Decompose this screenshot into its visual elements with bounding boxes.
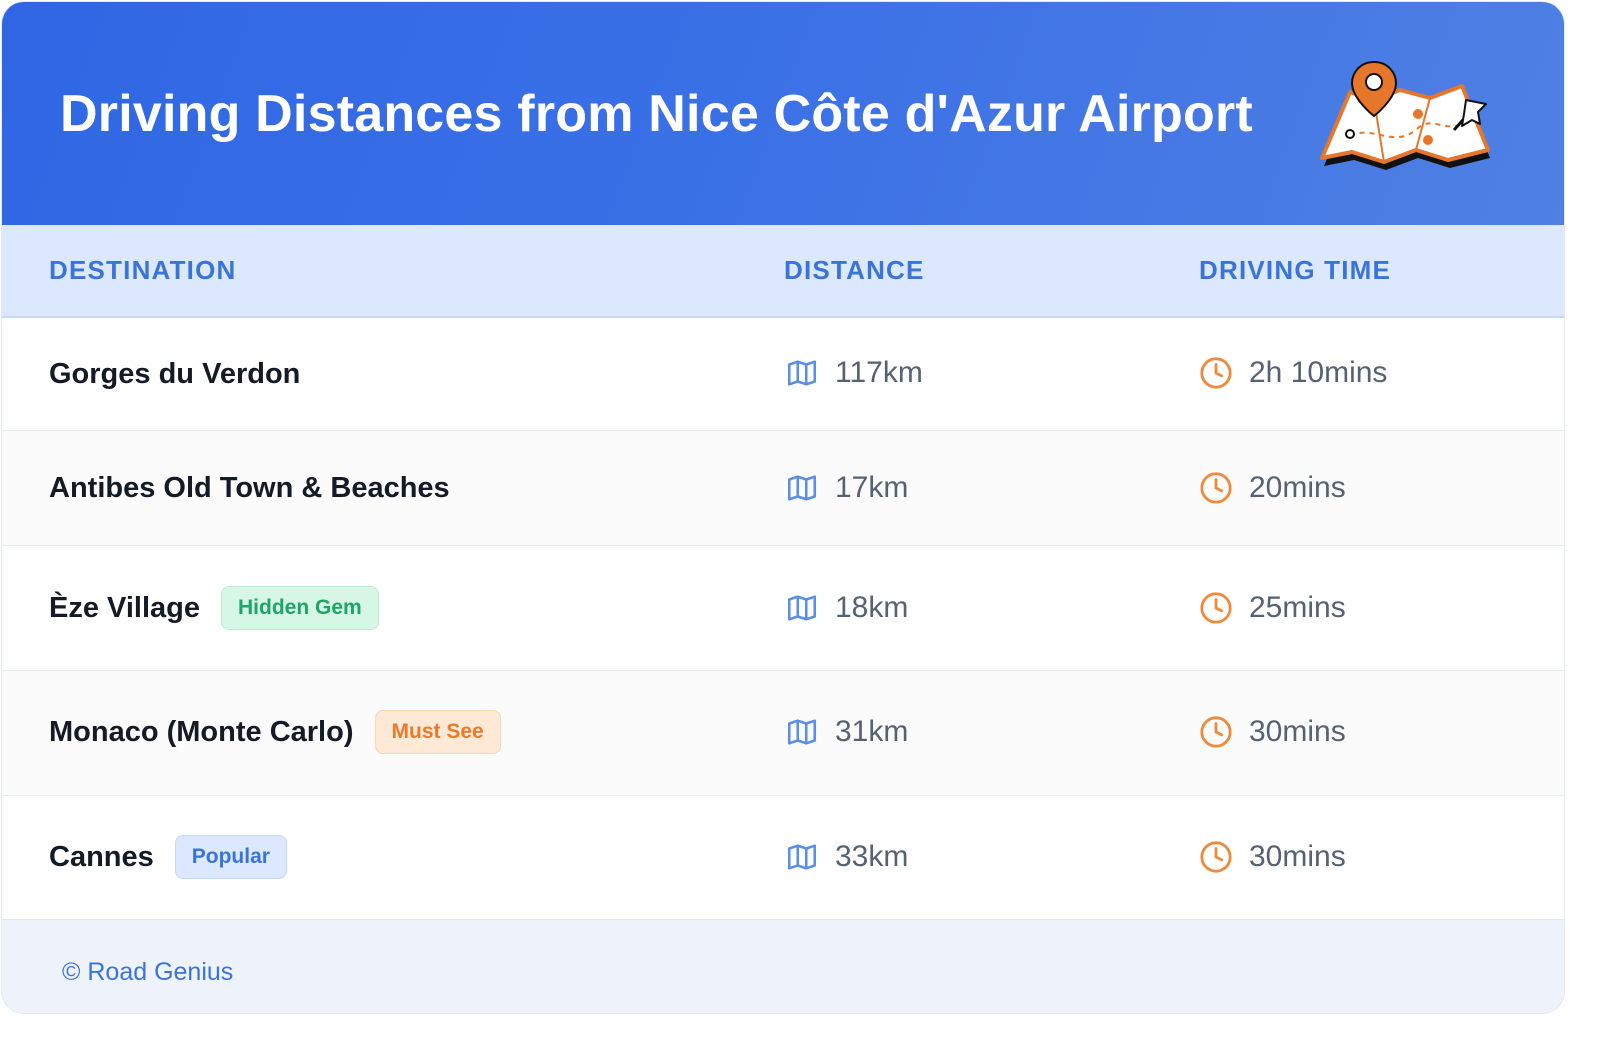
destination-label: Èze Village [49, 591, 200, 624]
destination-label: Gorges du Verdon [49, 358, 301, 390]
table-row: Monaco (Monte Carlo) Must See 31km 30min… [2, 671, 1564, 796]
table-row: Antibes Old Town & Beaches 17km 20mins [2, 431, 1564, 546]
column-header-destination[interactable]: DESTINATION [49, 255, 237, 286]
clock-icon [1200, 472, 1232, 504]
hidden-gem-badge: Hidden Gem [221, 586, 379, 630]
distance-cell: 17km [785, 471, 908, 505]
map-icon [787, 844, 817, 870]
destination-label: Antibes Old Town & Beaches [49, 472, 450, 504]
map-icon [787, 475, 817, 501]
clock-icon [1200, 716, 1232, 748]
column-header-driving-time[interactable]: DRIVING TIME [1199, 255, 1391, 286]
destination-name: Cannes Popular [49, 835, 287, 879]
clock-icon [1200, 357, 1232, 389]
time-value: 30mins [1249, 715, 1346, 748]
time-cell: 2h 10mins [1199, 356, 1387, 390]
distance-cell: 33km [785, 840, 908, 874]
clock-icon [1200, 592, 1232, 624]
destination-name: Gorges du Verdon [49, 358, 300, 391]
time-cell: 25mins [1199, 591, 1346, 625]
table-row: Èze Village Hidden Gem 18km 25mins [2, 546, 1564, 671]
map-with-pins-icon [1320, 60, 1490, 170]
distance-cell: 18km [785, 591, 908, 625]
distance-cell: 117km [785, 356, 923, 390]
distance-value: 31km [835, 715, 909, 748]
time-cell: 30mins [1199, 840, 1346, 874]
time-value: 30mins [1249, 840, 1346, 873]
destination-name: Antibes Old Town & Beaches [49, 472, 450, 505]
header-banner: Driving Distances from Nice Côte d'Azur … [2, 2, 1564, 225]
popular-badge: Popular [174, 835, 287, 879]
map-icon [787, 595, 817, 621]
time-cell: 30mins [1199, 715, 1346, 749]
destination-name: Èze Village Hidden Gem [49, 586, 379, 630]
footer: © Road Genius [2, 919, 1564, 1013]
column-header-distance[interactable]: DISTANCE [784, 255, 925, 286]
must-see-badge: Must See [374, 710, 501, 754]
distance-value: 18km [835, 591, 909, 624]
map-icon [787, 719, 817, 745]
distance-value: 17km [835, 471, 909, 504]
table-row: Gorges du Verdon 117km 2h 10mins [2, 317, 1564, 431]
destination-name: Monaco (Monte Carlo) Must See [49, 710, 501, 754]
distance-cell: 31km [785, 715, 908, 749]
table-row: Cannes Popular 33km 30mins [2, 796, 1564, 918]
destination-label: Monaco (Monte Carlo) [49, 715, 354, 748]
clock-icon [1200, 841, 1232, 873]
destination-label: Cannes [49, 840, 154, 873]
distance-value: 33km [835, 840, 909, 873]
page-title: Driving Distances from Nice Côte d'Azur … [60, 85, 1253, 143]
map-icon [787, 360, 817, 386]
distance-value: 117km [835, 356, 923, 389]
footer-credit[interactable]: © Road Genius [62, 958, 233, 987]
time-value: 20mins [1249, 471, 1346, 504]
time-value: 25mins [1249, 591, 1346, 624]
time-cell: 20mins [1199, 471, 1346, 505]
time-value: 2h 10mins [1249, 356, 1388, 389]
distances-card: Driving Distances from Nice Côte d'Azur … [2, 2, 1564, 1013]
table-header: DESTINATION DISTANCE DRIVING TIME [2, 225, 1564, 318]
